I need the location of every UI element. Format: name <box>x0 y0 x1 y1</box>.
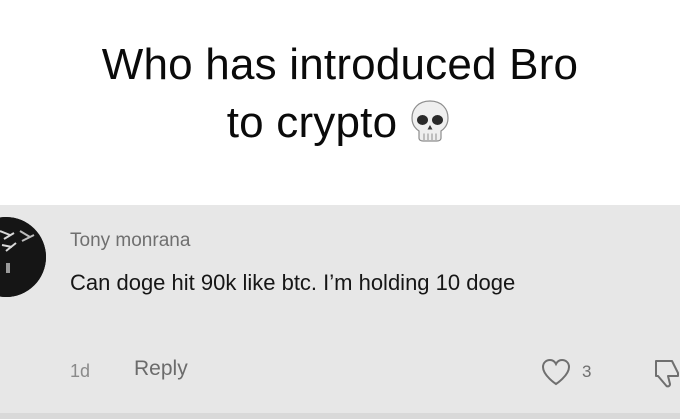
caption-line-1: Who has introduced Bro <box>101 40 579 89</box>
caption-line-2: to crypto <box>226 98 398 147</box>
skull-emoji-icon <box>411 100 449 142</box>
like-count: 3 <box>582 362 592 381</box>
like-button[interactable]: 3 <box>540 357 610 387</box>
reply-button[interactable]: Reply <box>134 357 188 381</box>
avatar[interactable] <box>0 217 46 297</box>
thumbs-down-outline-icon <box>655 360 679 388</box>
meme-caption-area: Who has introduced Bro to crypto <box>0 0 680 198</box>
comment-username[interactable]: Tony monrana <box>70 230 190 252</box>
bottom-divider <box>0 413 680 419</box>
meme-caption: Who has introduced Bro to crypto <box>0 36 680 152</box>
heart-outline-icon <box>541 358 571 386</box>
avatar-image-icon <box>0 217 46 297</box>
comment-timestamp: 1d <box>70 361 91 381</box>
dislike-button[interactable] <box>648 357 680 389</box>
comment-text: Can doge hit 90k like btc. I’m holding 1… <box>70 270 516 295</box>
comment-card: Tony monrana Can doge hit 90k like btc. … <box>0 205 680 419</box>
